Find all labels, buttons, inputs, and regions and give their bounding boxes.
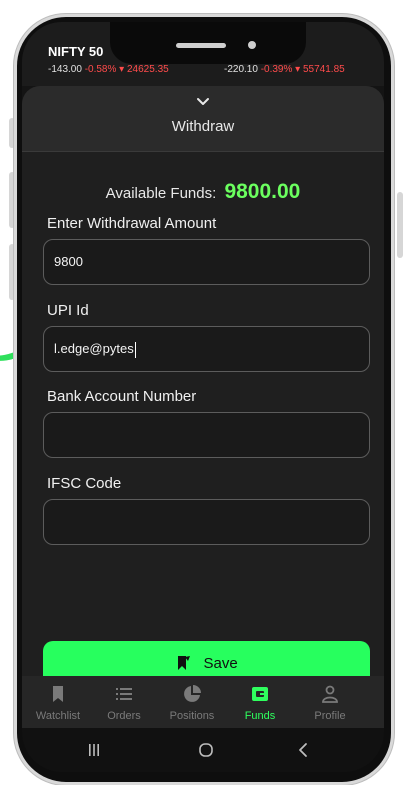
- upi-label: UPI Id: [47, 302, 89, 319]
- nav-item-positions[interactable]: Positions: [156, 676, 228, 728]
- home-icon[interactable]: [198, 742, 214, 758]
- nav-label: Profile: [314, 710, 346, 722]
- text-cursor: [134, 341, 136, 358]
- stage: NIFTY 50 -143.00 -0.58% ▾ 24625.35 -220.…: [0, 0, 406, 785]
- nav-label: Watchlist: [35, 710, 81, 722]
- list-icon: [116, 688, 132, 700]
- nifty-value: 24625.35: [126, 64, 169, 75]
- nifty-pct: -0.58%: [84, 64, 117, 75]
- second-pct: -0.39%: [260, 64, 293, 75]
- nav-item-watchlist[interactable]: Watchlist: [22, 676, 94, 728]
- nav-item-orders[interactable]: Orders: [88, 676, 160, 728]
- upi-value: l.edge@pytes: [54, 341, 134, 356]
- amount-input[interactable]: 9800: [43, 239, 370, 285]
- ifsc-label: IFSC Code: [47, 475, 122, 492]
- save-flag-icon: [178, 655, 191, 670]
- phone-screen: NIFTY 50 -143.00 -0.58% ▾ 24625.35 -220.…: [22, 22, 384, 772]
- recent-apps-icon[interactable]: [86, 742, 102, 758]
- front-camera: [248, 41, 256, 49]
- available-funds: Available Funds: 9800.00: [22, 180, 384, 204]
- save-button-label: Save: [203, 655, 238, 672]
- back-icon[interactable]: [296, 742, 312, 758]
- wallet-icon: [252, 687, 268, 701]
- system-nav-bar: [22, 728, 384, 772]
- phone-power-button: [397, 192, 403, 258]
- upi-input[interactable]: l.edge@pytes: [43, 326, 370, 372]
- down-arrow-icon: ▾: [119, 64, 125, 75]
- speaker-grille: [176, 43, 226, 48]
- bank-account-input[interactable]: [43, 412, 370, 458]
- ticker-nifty: -143.00 -0.58% ▾ 24625.35: [48, 64, 169, 75]
- sheet-title: Withdraw: [171, 118, 235, 135]
- nav-label: Orders: [107, 710, 141, 722]
- down-arrow-icon: ▾: [295, 64, 301, 75]
- bookmark-icon: [53, 686, 63, 702]
- bank-account-label: Bank Account Number: [47, 388, 197, 405]
- available-funds-label: Available Funds:: [105, 185, 217, 202]
- second-change: -220.10: [224, 64, 258, 75]
- nifty-change: -143.00: [48, 64, 82, 75]
- withdraw-sheet: Withdraw Available Funds: 9800.00 Enter …: [22, 86, 384, 687]
- ticker-name: NIFTY 50: [48, 44, 104, 59]
- user-icon: [322, 685, 338, 703]
- amount-label: Enter Withdrawal Amount: [47, 215, 217, 232]
- ticker-second: -220.10 -0.39% ▾ 55741.85: [224, 64, 345, 75]
- nav-label: Funds: [244, 710, 276, 722]
- ifsc-input[interactable]: [43, 499, 370, 545]
- second-value: 55741.85: [302, 64, 345, 75]
- nav-item-funds[interactable]: Funds: [224, 676, 296, 728]
- sheet-header: Withdraw: [22, 86, 384, 152]
- camera-notch: [110, 22, 306, 64]
- nav-item-profile[interactable]: Profile: [294, 676, 366, 728]
- bottom-nav: Watchlist Orders Positions Funds Profile: [22, 676, 384, 728]
- nav-label: Positions: [169, 710, 215, 722]
- pie-chart-icon: [184, 685, 201, 702]
- available-funds-value: 9800.00: [224, 180, 301, 203]
- amount-value: 9800: [54, 254, 83, 269]
- chevron-down-icon[interactable]: [195, 96, 211, 108]
